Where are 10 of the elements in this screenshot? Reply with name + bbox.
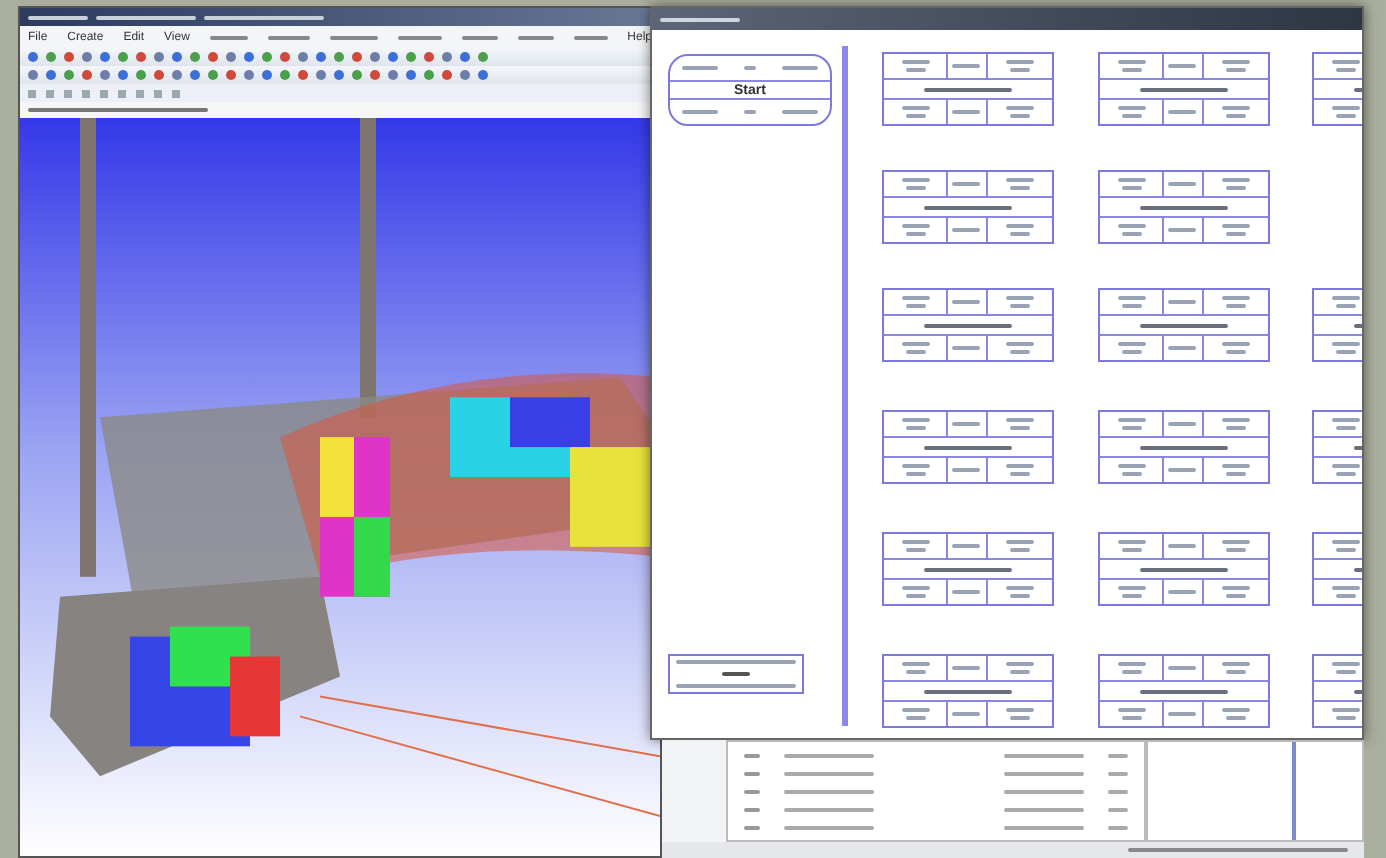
toolbar-icon[interactable] bbox=[136, 89, 144, 97]
toolbar-icon[interactable] bbox=[46, 89, 54, 97]
toolbar-icon[interactable] bbox=[100, 89, 108, 97]
toolbar-icon[interactable] bbox=[172, 89, 180, 97]
toolbar-icon[interactable] bbox=[82, 89, 90, 97]
toolbar-icon[interactable] bbox=[118, 89, 126, 97]
toolbar-icon[interactable] bbox=[28, 89, 36, 97]
toolbar-icon[interactable] bbox=[64, 89, 72, 97]
legend-box bbox=[668, 654, 804, 694]
toolbar-icon[interactable] bbox=[154, 89, 162, 97]
